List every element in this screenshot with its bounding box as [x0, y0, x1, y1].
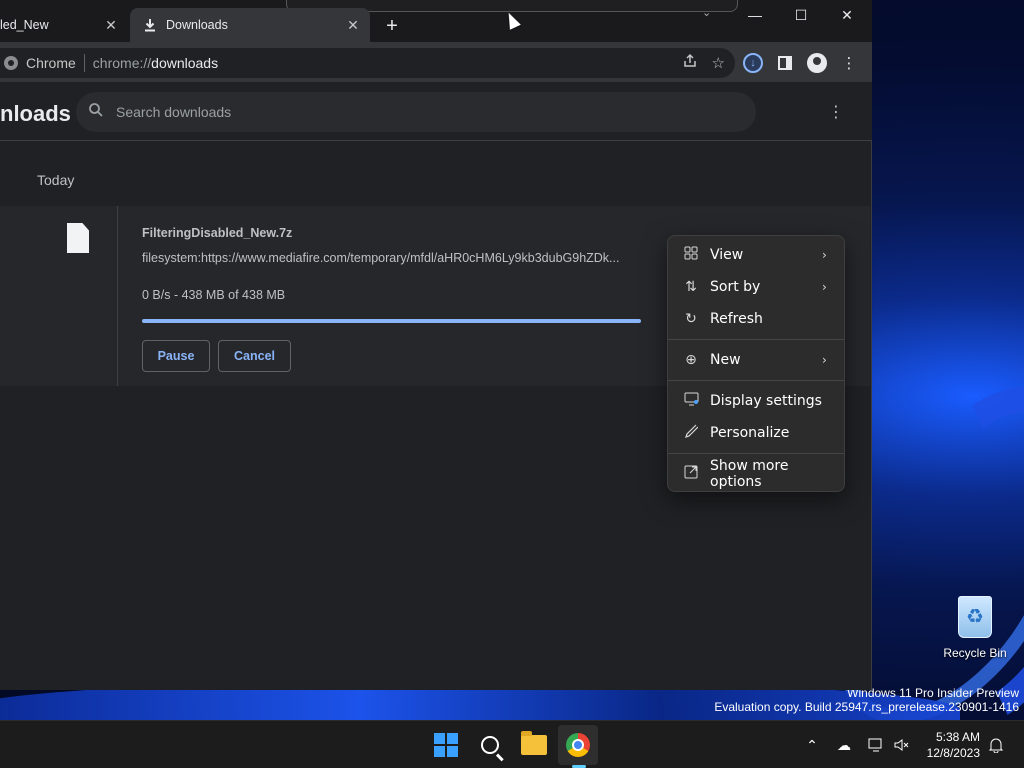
- grid-icon: [672, 246, 710, 264]
- downloads-header: nloads ⋮: [0, 82, 872, 141]
- url-path: downloads: [151, 55, 219, 71]
- site-label: Chrome: [26, 55, 76, 71]
- tab-title: Downloads: [166, 18, 228, 32]
- chevron-up-icon[interactable]: ⌃: [802, 735, 822, 755]
- onedrive-icon[interactable]: ☁: [834, 735, 854, 755]
- system-clock[interactable]: 5:38 AM 12/8/2023: [920, 729, 980, 761]
- clock-date: 12/8/2023: [926, 746, 980, 760]
- refresh-icon: ↻: [685, 311, 697, 327]
- search-input[interactable]: [116, 104, 756, 120]
- context-item-view[interactable]: View ›: [672, 240, 842, 270]
- downloads-button[interactable]: ↓: [742, 52, 764, 74]
- new-tab-button[interactable]: +: [380, 14, 404, 38]
- chrome-window: led_New ✕ Downloads ✕ + ⌄ — ☐ ✕ Chrome c…: [0, 0, 872, 690]
- file-icon: [67, 223, 89, 253]
- menu-kebab-icon[interactable]: ⋮: [838, 52, 860, 74]
- browser-toolbar: Chrome chrome://downloads ☆ ↓ ⋮: [0, 42, 872, 82]
- profile-button[interactable]: [806, 52, 828, 74]
- context-separator: [668, 339, 844, 340]
- close-window-button[interactable]: ✕: [824, 2, 870, 28]
- context-item-label: Display settings: [710, 393, 822, 409]
- search-button[interactable]: [470, 725, 510, 765]
- chrome-icon: [566, 733, 590, 757]
- context-item-label: New: [710, 352, 741, 368]
- taskbar: ⌃ ☁ 5:38 AM 12/8/2023: [0, 720, 1024, 768]
- download-source-url[interactable]: filesystem:https://www.mediafire.com/tem…: [142, 251, 642, 265]
- omnibox-separator: [83, 54, 85, 72]
- tab-strip: led_New ✕ Downloads ✕ + ⌄ — ☐ ✕: [0, 0, 872, 42]
- chevron-right-icon: ›: [822, 280, 827, 294]
- volume-muted-icon[interactable]: [892, 735, 912, 755]
- notification-bell-icon[interactable]: [986, 735, 1006, 755]
- context-item-label: Refresh: [710, 311, 763, 327]
- bookmark-star-icon[interactable]: ☆: [712, 54, 725, 72]
- start-button[interactable]: [426, 725, 466, 765]
- context-item-label: Personalize: [710, 425, 790, 441]
- cancel-button[interactable]: Cancel: [218, 340, 291, 372]
- chrome-taskbar-button[interactable]: [558, 725, 598, 765]
- context-separator: [668, 380, 844, 381]
- context-separator: [668, 453, 844, 454]
- search-icon: [481, 736, 499, 754]
- download-progress-fill: [142, 319, 641, 323]
- chevron-right-icon: ›: [822, 353, 827, 367]
- tab-inactive[interactable]: led_New ✕: [0, 8, 128, 42]
- pause-button[interactable]: Pause: [142, 340, 210, 372]
- watermark-line-2: Evaluation copy. Build 25947.rs_prerelea…: [714, 700, 1019, 714]
- more-actions-icon[interactable]: ⋮: [826, 102, 846, 122]
- context-item-label: Show more options: [710, 458, 789, 490]
- file-explorer-button[interactable]: [514, 725, 554, 765]
- recycle-bin[interactable]: Recycle Bin: [940, 596, 1010, 660]
- plus-circle-icon: ⊕: [685, 352, 697, 368]
- avatar-icon: [807, 53, 827, 73]
- context-item-label: View: [710, 247, 744, 263]
- share-icon[interactable]: [682, 53, 698, 73]
- omnibox[interactable]: Chrome chrome://downloads ☆: [0, 48, 735, 78]
- date-group-label: Today: [37, 172, 75, 188]
- side-panel-icon[interactable]: [774, 52, 796, 74]
- chrome-icon: [4, 56, 18, 70]
- context-item-label: Sort by: [710, 279, 761, 295]
- desktop-context-menu: View › ⇅ Sort by › ↻ Refresh ⊕ New › Dis…: [667, 235, 845, 492]
- network-icon[interactable]: [866, 735, 886, 755]
- windows-logo-icon: [434, 733, 458, 757]
- chevron-down-icon[interactable]: ⌄: [702, 6, 716, 19]
- chevron-right-icon: ›: [822, 248, 827, 262]
- context-item-display-settings[interactable]: Display settings: [672, 386, 842, 416]
- omnibox-actions: ☆: [682, 48, 725, 78]
- close-icon[interactable]: ✕: [344, 16, 362, 34]
- maximize-button[interactable]: ☐: [778, 2, 824, 28]
- download-progress-icon: ↓: [743, 53, 763, 73]
- context-item-show-more-options[interactable]: Show more options: [672, 458, 842, 490]
- expand-icon: [672, 465, 710, 483]
- context-item-sort-by[interactable]: ⇅ Sort by ›: [672, 272, 842, 302]
- url-prefix: chrome://: [92, 55, 152, 71]
- download-icon: [144, 18, 156, 32]
- minimize-button[interactable]: —: [732, 2, 778, 28]
- download-status: 0 B/s - 438 MB of 438 MB: [142, 288, 286, 302]
- windows-watermark: Windows 11 Pro Insider Preview Evaluatio…: [714, 686, 1019, 714]
- tab-downloads[interactable]: Downloads ✕: [130, 8, 370, 42]
- search-downloads-box[interactable]: [76, 92, 756, 132]
- context-item-new[interactable]: ⊕ New ›: [672, 345, 842, 375]
- page-title: nloads: [0, 101, 71, 126]
- recycle-bin-label: Recycle Bin: [943, 646, 1007, 660]
- download-file-name[interactable]: FilteringDisabled_New.7z: [142, 226, 292, 240]
- brush-icon: [672, 424, 710, 442]
- recycle-bin-icon: [958, 596, 992, 638]
- clock-time: 5:38 AM: [935, 730, 980, 744]
- download-progress-bar: [142, 319, 641, 323]
- folder-icon: [521, 731, 547, 755]
- file-icon-column: [0, 206, 118, 386]
- context-item-refresh[interactable]: ↻ Refresh: [672, 304, 842, 334]
- site-chip[interactable]: Chrome: [0, 55, 76, 71]
- display-icon: [672, 392, 710, 410]
- search-icon: [76, 102, 116, 123]
- tab-title: led_New: [0, 18, 49, 32]
- context-item-personalize[interactable]: Personalize: [672, 418, 842, 448]
- sort-icon: ⇅: [685, 279, 697, 295]
- close-icon[interactable]: ✕: [102, 16, 120, 34]
